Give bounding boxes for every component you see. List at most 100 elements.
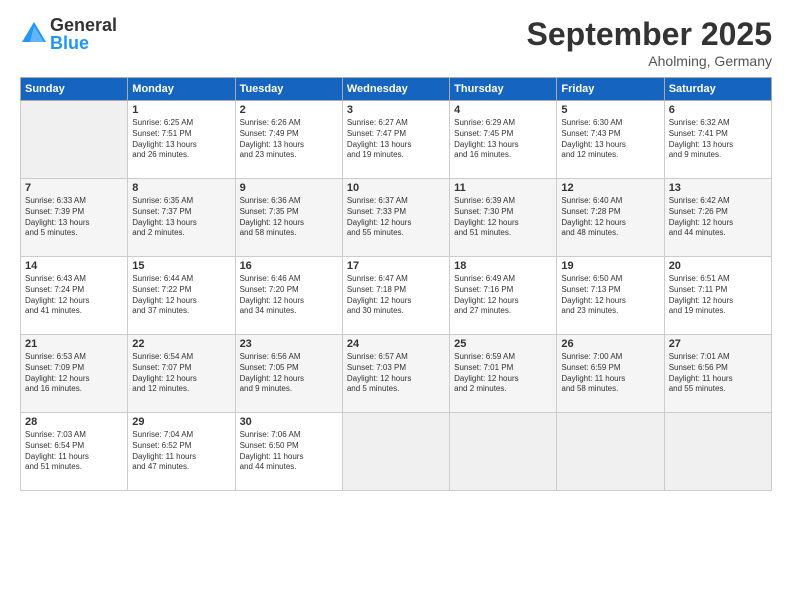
day-number: 15 [132, 260, 230, 272]
calendar-cell: 15 Sunrise: 6:44 AM Sunset: 7:22 PM Dayli… [128, 257, 235, 335]
day-number: 11 [454, 182, 552, 194]
day-number: 1 [132, 104, 230, 116]
day-info: Sunrise: 7:03 AM Sunset: 6:54 PM Dayligh… [25, 430, 123, 473]
logo: General Blue [20, 16, 117, 52]
calendar-cell: 11 Sunrise: 6:39 AM Sunset: 7:30 PM Dayli… [450, 179, 557, 257]
calendar-cell: 17 Sunrise: 6:47 AM Sunset: 7:18 PM Dayli… [342, 257, 449, 335]
calendar-cell: 25 Sunrise: 6:59 AM Sunset: 7:01 PM Dayli… [450, 335, 557, 413]
header-day-thursday: Thursday [450, 78, 557, 101]
day-number: 23 [240, 338, 338, 350]
header-day-saturday: Saturday [664, 78, 771, 101]
header-day-sunday: Sunday [21, 78, 128, 101]
logo-icon [20, 20, 48, 48]
day-number: 28 [25, 416, 123, 428]
header-day-friday: Friday [557, 78, 664, 101]
day-info: Sunrise: 7:04 AM Sunset: 6:52 PM Dayligh… [132, 430, 230, 473]
calendar-cell [21, 101, 128, 179]
calendar-cell: 1 Sunrise: 6:25 AM Sunset: 7:51 PM Daylig… [128, 101, 235, 179]
calendar-cell: 4 Sunrise: 6:29 AM Sunset: 7:45 PM Daylig… [450, 101, 557, 179]
header-row: SundayMondayTuesdayWednesdayThursdayFrid… [21, 78, 772, 101]
day-info: Sunrise: 6:39 AM Sunset: 7:30 PM Dayligh… [454, 196, 552, 239]
page: General Blue September 2025 Aholming, Ge… [0, 0, 792, 612]
day-info: Sunrise: 6:57 AM Sunset: 7:03 PM Dayligh… [347, 352, 445, 395]
calendar-cell: 12 Sunrise: 6:40 AM Sunset: 7:28 PM Dayli… [557, 179, 664, 257]
location: Aholming, Germany [527, 53, 772, 69]
day-info: Sunrise: 6:36 AM Sunset: 7:35 PM Dayligh… [240, 196, 338, 239]
day-info: Sunrise: 6:47 AM Sunset: 7:18 PM Dayligh… [347, 274, 445, 317]
day-info: Sunrise: 7:00 AM Sunset: 6:59 PM Dayligh… [561, 352, 659, 395]
day-info: Sunrise: 6:51 AM Sunset: 7:11 PM Dayligh… [669, 274, 767, 317]
calendar-cell: 13Sunrise: 6:42 AM Sunset: 7:26 PM Dayli… [664, 179, 771, 257]
calendar-cell: 22 Sunrise: 6:54 AM Sunset: 7:07 PM Dayli… [128, 335, 235, 413]
day-number: 26 [561, 338, 659, 350]
day-number: 6 [669, 104, 767, 116]
day-info: Sunrise: 6:27 AM Sunset: 7:47 PM Dayligh… [347, 118, 445, 161]
day-info: Sunrise: 7:01 AM Sunset: 6:56 PM Dayligh… [669, 352, 767, 395]
calendar-cell: 7Sunrise: 6:33 AM Sunset: 7:39 PM Daylig… [21, 179, 128, 257]
day-number: 16 [240, 260, 338, 272]
day-number: 10 [347, 182, 445, 194]
calendar-cell: 14Sunrise: 6:43 AM Sunset: 7:24 PM Dayli… [21, 257, 128, 335]
day-info: Sunrise: 6:37 AM Sunset: 7:33 PM Dayligh… [347, 196, 445, 239]
day-info: Sunrise: 6:30 AM Sunset: 7:43 PM Dayligh… [561, 118, 659, 161]
day-info: Sunrise: 6:40 AM Sunset: 7:28 PM Dayligh… [561, 196, 659, 239]
calendar-cell: 9 Sunrise: 6:36 AM Sunset: 7:35 PM Daylig… [235, 179, 342, 257]
day-info: Sunrise: 6:43 AM Sunset: 7:24 PM Dayligh… [25, 274, 123, 317]
logo-blue: Blue [50, 34, 117, 52]
calendar-table: SundayMondayTuesdayWednesdayThursdayFrid… [20, 77, 772, 491]
calendar-cell: 20 Sunrise: 6:51 AM Sunset: 7:11 PM Dayli… [664, 257, 771, 335]
calendar-cell: 28 Sunrise: 7:03 AM Sunset: 6:54 PM Dayli… [21, 413, 128, 491]
day-number: 22 [132, 338, 230, 350]
day-info: Sunrise: 6:42 AM Sunset: 7:26 PM Dayligh… [669, 196, 767, 239]
title-block: September 2025 Aholming, Germany [527, 16, 772, 69]
calendar-cell: 8 Sunrise: 6:35 AM Sunset: 7:37 PM Daylig… [128, 179, 235, 257]
day-number: 12 [561, 182, 659, 194]
day-info: Sunrise: 6:35 AM Sunset: 7:37 PM Dayligh… [132, 196, 230, 239]
day-number: 2 [240, 104, 338, 116]
calendar-cell: 2 Sunrise: 6:26 AM Sunset: 7:49 PM Daylig… [235, 101, 342, 179]
day-info: Sunrise: 6:26 AM Sunset: 7:49 PM Dayligh… [240, 118, 338, 161]
day-info: Sunrise: 6:29 AM Sunset: 7:45 PM Dayligh… [454, 118, 552, 161]
calendar-cell [557, 413, 664, 491]
calendar-cell: 16Sunrise: 6:46 AM Sunset: 7:20 PM Dayli… [235, 257, 342, 335]
day-info: Sunrise: 6:25 AM Sunset: 7:51 PM Dayligh… [132, 118, 230, 161]
week-row-4: 28 Sunrise: 7:03 AM Sunset: 6:54 PM Dayli… [21, 413, 772, 491]
calendar-cell: 3Sunrise: 6:27 AM Sunset: 7:47 PM Daylig… [342, 101, 449, 179]
calendar-cell [450, 413, 557, 491]
day-number: 24 [347, 338, 445, 350]
calendar-cell: 30Sunrise: 7:06 AM Sunset: 6:50 PM Dayli… [235, 413, 342, 491]
calendar-cell [342, 413, 449, 491]
day-info: Sunrise: 6:32 AM Sunset: 7:41 PM Dayligh… [669, 118, 767, 161]
month-title: September 2025 [527, 16, 772, 53]
calendar-cell [664, 413, 771, 491]
week-row-0: 1 Sunrise: 6:25 AM Sunset: 7:51 PM Daylig… [21, 101, 772, 179]
calendar-cell: 19 Sunrise: 6:50 AM Sunset: 7:13 PM Dayli… [557, 257, 664, 335]
header-day-wednesday: Wednesday [342, 78, 449, 101]
calendar-cell: 21Sunrise: 6:53 AM Sunset: 7:09 PM Dayli… [21, 335, 128, 413]
day-number: 20 [669, 260, 767, 272]
day-number: 19 [561, 260, 659, 272]
day-number: 30 [240, 416, 338, 428]
week-row-3: 21Sunrise: 6:53 AM Sunset: 7:09 PM Dayli… [21, 335, 772, 413]
day-number: 17 [347, 260, 445, 272]
day-number: 18 [454, 260, 552, 272]
day-info: Sunrise: 6:50 AM Sunset: 7:13 PM Dayligh… [561, 274, 659, 317]
calendar-cell: 26 Sunrise: 7:00 AM Sunset: 6:59 PM Dayli… [557, 335, 664, 413]
calendar-cell: 6 Sunrise: 6:32 AM Sunset: 7:41 PM Daylig… [664, 101, 771, 179]
day-info: Sunrise: 6:49 AM Sunset: 7:16 PM Dayligh… [454, 274, 552, 317]
day-info: Sunrise: 6:59 AM Sunset: 7:01 PM Dayligh… [454, 352, 552, 395]
day-number: 9 [240, 182, 338, 194]
calendar-cell: 29 Sunrise: 7:04 AM Sunset: 6:52 PM Dayli… [128, 413, 235, 491]
day-info: Sunrise: 6:44 AM Sunset: 7:22 PM Dayligh… [132, 274, 230, 317]
calendar-cell: 24 Sunrise: 6:57 AM Sunset: 7:03 PM Dayli… [342, 335, 449, 413]
day-number: 8 [132, 182, 230, 194]
day-info: Sunrise: 6:33 AM Sunset: 7:39 PM Dayligh… [25, 196, 123, 239]
day-number: 29 [132, 416, 230, 428]
day-number: 5 [561, 104, 659, 116]
calendar-cell: 5 Sunrise: 6:30 AM Sunset: 7:43 PM Daylig… [557, 101, 664, 179]
day-number: 4 [454, 104, 552, 116]
calendar-cell: 27 Sunrise: 7:01 AM Sunset: 6:56 PM Dayli… [664, 335, 771, 413]
day-info: Sunrise: 6:54 AM Sunset: 7:07 PM Dayligh… [132, 352, 230, 395]
day-number: 27 [669, 338, 767, 350]
day-number: 25 [454, 338, 552, 350]
